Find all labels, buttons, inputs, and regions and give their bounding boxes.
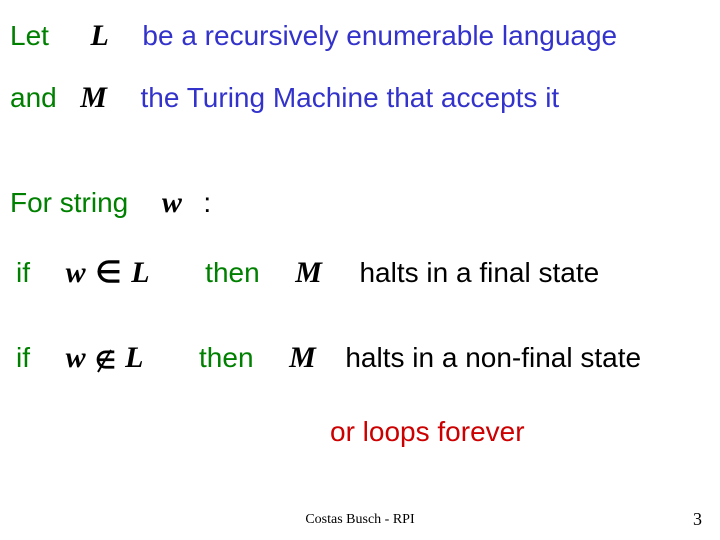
symbol-w: w bbox=[162, 186, 182, 219]
case2-L: L bbox=[125, 341, 143, 374]
or-loops-forever: or loops forever bbox=[330, 416, 525, 447]
case1-M: M bbox=[295, 256, 322, 289]
line-case2: if w ∈ L then M halts in a non-final sta… bbox=[16, 340, 641, 376]
if-1: if bbox=[16, 257, 30, 288]
then-1: then bbox=[205, 257, 260, 288]
line-case1: if w ∈ L then M halts in a final state bbox=[16, 255, 599, 291]
symbol-L: L bbox=[91, 19, 109, 52]
notin-symbol: ∈ bbox=[93, 343, 117, 377]
line-or-loops: or loops forever bbox=[330, 415, 525, 449]
case1-result: halts in a final state bbox=[359, 257, 599, 288]
colon: : bbox=[203, 187, 211, 218]
line-let: Let L be a recursively enumerable langua… bbox=[10, 18, 617, 54]
and-rest: the Turing Machine that accepts it bbox=[141, 82, 560, 113]
and-word: and bbox=[10, 82, 57, 113]
if-2: if bbox=[16, 342, 30, 373]
case1-w: w bbox=[66, 256, 86, 289]
case2-w: w bbox=[66, 341, 86, 374]
notin-icon: ∈ bbox=[95, 348, 115, 374]
for-string-label: For string bbox=[10, 187, 128, 218]
symbol-M: M bbox=[80, 81, 107, 114]
footer-author: Costas Busch - RPI bbox=[0, 512, 720, 528]
line-and: and M the Turing Machine that accepts it bbox=[10, 80, 559, 116]
case1-L: L bbox=[131, 256, 149, 289]
case2-M: M bbox=[289, 341, 316, 374]
let-rest: be a recursively enumerable language bbox=[142, 20, 617, 51]
in-symbol: ∈ bbox=[93, 256, 123, 289]
then-2: then bbox=[199, 342, 254, 373]
let-word: Let bbox=[10, 20, 49, 51]
page-number: 3 bbox=[693, 509, 702, 530]
case2-result: halts in a non-final state bbox=[345, 342, 641, 373]
slide: Let L be a recursively enumerable langua… bbox=[0, 0, 720, 540]
line-for-string: For string w : bbox=[10, 185, 211, 221]
